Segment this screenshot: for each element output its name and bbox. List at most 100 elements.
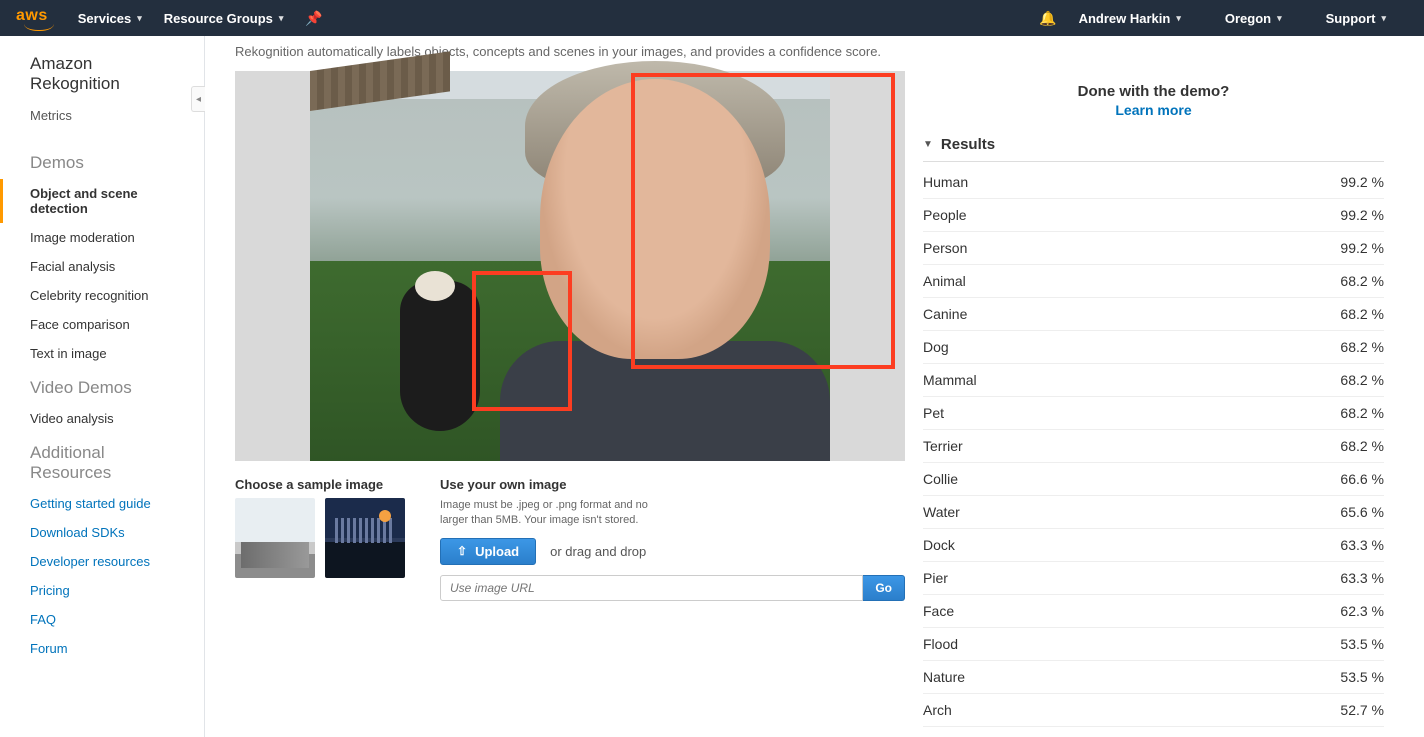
result-row: Dog68.2 % — [923, 331, 1384, 364]
nav-support-label: Support — [1326, 11, 1376, 26]
bell-icon[interactable]: 🔔 — [1039, 10, 1056, 27]
bounding-box-dog — [472, 271, 572, 411]
result-row: Face62.3 % — [923, 595, 1384, 628]
sidebar-item[interactable]: Facial analysis — [0, 252, 204, 281]
upload-icon: ⇧ — [457, 544, 467, 558]
aws-logo[interactable]: aws — [16, 7, 48, 29]
result-name: Mammal — [923, 372, 977, 388]
sample-thumb-1[interactable] — [235, 498, 315, 578]
sidebar-metrics-link[interactable]: Metrics — [0, 104, 204, 143]
sidebar-item[interactable]: Object and scene detection — [0, 179, 204, 223]
result-confidence: 68.2 % — [1340, 438, 1384, 454]
result-name: Terrier — [923, 438, 963, 454]
nav-services[interactable]: Services ▾ — [78, 11, 142, 26]
nav-user[interactable]: Andrew Harkin ▾ — [1079, 11, 1181, 26]
result-confidence: 68.2 % — [1340, 372, 1384, 388]
results-header[interactable]: ▼ Results — [923, 126, 1384, 162]
result-name: Human — [923, 174, 968, 190]
sidebar-group-title: Additional Resources — [0, 433, 204, 489]
sidebar-collapse-handle[interactable]: ◂ — [191, 86, 205, 112]
result-name: Face — [923, 603, 954, 619]
sidebar-link[interactable]: Pricing — [0, 576, 204, 605]
result-row: Mammal 68.2 % — [923, 364, 1384, 397]
result-row: Canine68.2 % — [923, 298, 1384, 331]
drag-text: or drag and drop — [550, 544, 646, 559]
result-name: Water — [923, 504, 960, 520]
result-row: Person 99.2 % — [923, 232, 1384, 265]
bounding-box-person — [631, 73, 895, 369]
nav-resource-groups-label: Resource Groups — [164, 11, 273, 26]
upload-button[interactable]: ⇧ Upload — [440, 538, 536, 565]
nav-resource-groups[interactable]: Resource Groups ▾ — [164, 11, 284, 26]
analyzed-image — [235, 71, 905, 461]
pin-icon[interactable]: 📌 — [305, 10, 322, 27]
chevron-down-icon: ▾ — [1176, 13, 1181, 24]
result-confidence: 63.3 % — [1340, 570, 1384, 586]
result-name: Person — [923, 240, 967, 256]
result-confidence: 68.2 % — [1340, 339, 1384, 355]
upload-label: Upload — [475, 544, 519, 559]
sample-title: Choose a sample image — [235, 477, 410, 492]
sidebar-item[interactable]: Image moderation — [0, 223, 204, 252]
nav-services-label: Services — [78, 11, 132, 26]
result-row: Dock63.3 % — [923, 529, 1384, 562]
sidebar-link[interactable]: Download SDKs — [0, 518, 204, 547]
result-row: Arch 52.7 % — [923, 694, 1384, 727]
sidebar-item[interactable]: Celebrity recognition — [0, 281, 204, 310]
image-url-input[interactable] — [440, 575, 863, 601]
result-row: Terrier 68.2 % — [923, 430, 1384, 463]
result-name: Canine — [923, 306, 967, 322]
learn-more-link[interactable]: Learn more — [923, 102, 1384, 118]
result-row: Flood53.5 % — [923, 628, 1384, 661]
result-name: Collie — [923, 471, 958, 487]
result-row: Human 99.2 % — [923, 166, 1384, 199]
chevron-down-icon: ▾ — [279, 13, 284, 24]
main-content: Rekognition automatically labels objects… — [205, 36, 1424, 737]
demo-done-text: Done with the demo? — [923, 83, 1384, 100]
result-confidence: 99.2 % — [1340, 207, 1384, 223]
result-row: Animal68.2 % — [923, 265, 1384, 298]
sample-thumb-2[interactable] — [325, 498, 405, 578]
result-name: Arch — [923, 702, 952, 718]
result-name: Nature — [923, 669, 965, 685]
result-name: Dock — [923, 537, 955, 553]
nav-region[interactable]: Oregon▾ — [1225, 11, 1282, 26]
chevron-down-icon: ▼ — [923, 139, 933, 150]
result-row: People 99.2 % — [923, 199, 1384, 232]
chevron-down-icon: ▾ — [137, 13, 142, 24]
result-confidence: 68.2 % — [1340, 405, 1384, 421]
result-confidence: 99.2 % — [1340, 240, 1384, 256]
result-confidence: 99.2 % — [1340, 174, 1384, 190]
sidebar-link[interactable]: Developer resources — [0, 547, 204, 576]
sidebar-link[interactable]: Getting started guide — [0, 489, 204, 518]
result-row: Pet 68.2 % — [923, 397, 1384, 430]
sidebar-group-title: Video Demos — [0, 368, 204, 404]
sidebar-item[interactable]: Video analysis — [0, 404, 204, 433]
result-name: Pier — [923, 570, 948, 586]
sidebar-link[interactable]: FAQ — [0, 605, 204, 634]
sidebar-group-title: Demos — [0, 143, 204, 179]
nav-support[interactable]: Support ▾ — [1326, 11, 1386, 26]
result-name: People — [923, 207, 967, 223]
result-confidence: 65.6 % — [1340, 504, 1384, 520]
demo-done-block: Done with the demo? Learn more — [923, 71, 1384, 126]
result-confidence: 53.5 % — [1340, 669, 1384, 685]
sidebar-item[interactable]: Face comparison — [0, 310, 204, 339]
chevron-down-icon: ▾ — [1277, 13, 1282, 24]
results-list: Human 99.2 % People 99.2 % Person 99.2 % Anima… — [923, 166, 1384, 727]
result-name: Pet — [923, 405, 944, 421]
go-button[interactable]: Go — [863, 575, 905, 601]
sidebar-title: Amazon Rekognition — [0, 54, 204, 104]
photo-canvas — [310, 71, 830, 461]
own-note: Image must be .jpeg or .png format and n… — [440, 498, 670, 528]
chevron-down-icon: ▾ — [1381, 13, 1386, 24]
result-row: Collie66.6 % — [923, 463, 1384, 496]
results-label: Results — [941, 136, 995, 153]
result-confidence: 68.2 % — [1340, 273, 1384, 289]
sidebar-item[interactable]: Text in image — [0, 339, 204, 368]
top-nav: aws Services ▾ Resource Groups ▾ 📌 🔔 Andre… — [0, 0, 1424, 36]
result-confidence: 52.7 % — [1340, 702, 1384, 718]
result-confidence: 53.5 % — [1340, 636, 1384, 652]
sidebar-link[interactable]: Forum — [0, 634, 204, 663]
nav-user-label: Andrew Harkin — [1079, 11, 1171, 26]
